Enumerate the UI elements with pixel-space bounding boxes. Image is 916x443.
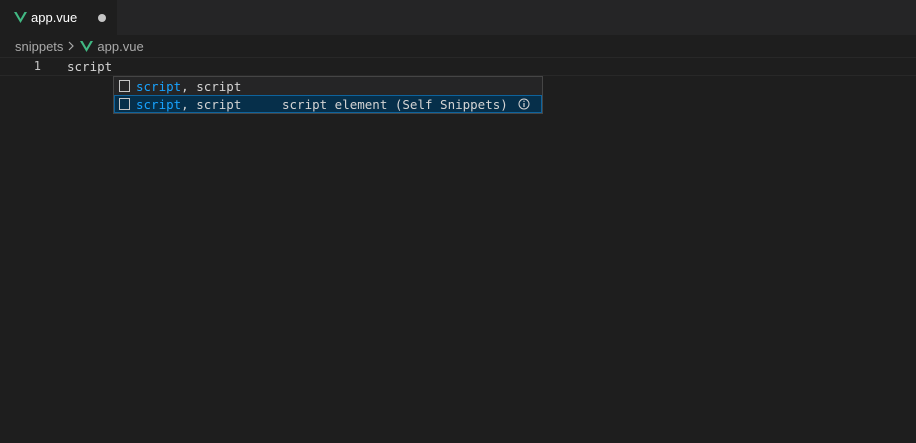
snippet-icon [119, 80, 130, 92]
breadcrumb: snippets app.vue [0, 35, 916, 57]
tab-label: app.vue [31, 10, 78, 25]
suggest-detail: script element (Self Snippets) [282, 96, 508, 112]
breadcrumb-folder[interactable]: snippets [15, 39, 63, 54]
breadcrumb-file[interactable]: app.vue [80, 38, 144, 54]
vue-icon [80, 40, 94, 52]
info-icon[interactable] [518, 98, 530, 110]
chevron-right-icon [68, 41, 75, 51]
suggest-widget: script, script script, script script ele… [113, 76, 543, 114]
editor-window: app.vue snippets app.vue 1 script script… [0, 0, 916, 443]
snippet-icon [119, 98, 130, 110]
breadcrumb-file-label: app.vue [97, 38, 144, 54]
vue-icon [14, 12, 27, 23]
suggest-item-focused[interactable]: script, script script element (Self Snip… [114, 95, 542, 113]
suggest-label-rest: , script [181, 78, 242, 94]
tab-bar: app.vue [0, 0, 916, 35]
line-number: 1 [33, 59, 41, 73]
tab-app-vue[interactable]: app.vue [0, 0, 117, 35]
suggest-item[interactable]: script, script [114, 77, 542, 95]
suggest-label-rest: , script [181, 96, 242, 112]
suggest-match: script [136, 78, 182, 94]
line-text[interactable]: script [67, 58, 112, 75]
unsaved-dot-icon[interactable] [98, 14, 106, 22]
suggest-match: script [136, 96, 182, 112]
editor-line[interactable]: 1 script [0, 57, 916, 76]
